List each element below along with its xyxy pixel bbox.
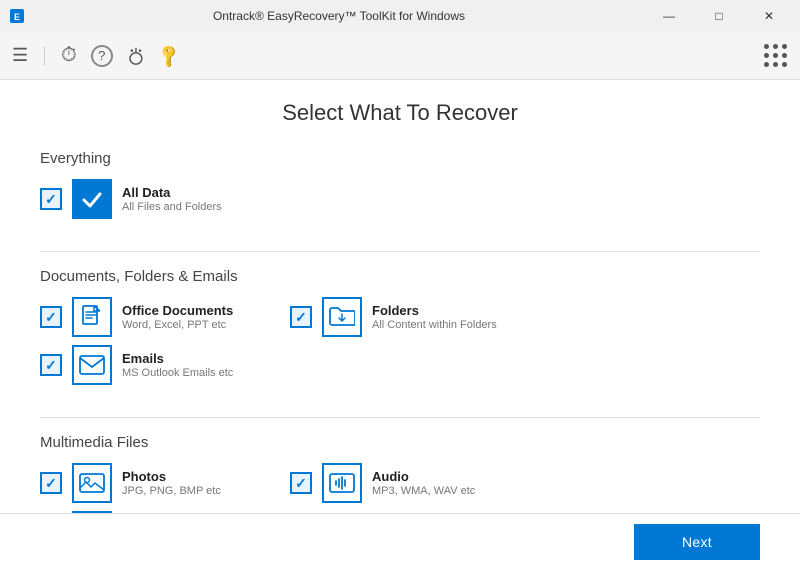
item-all-data: ✓ All Data All Files and Folders	[40, 179, 260, 219]
window-controls: — □ ✕	[646, 0, 792, 32]
checkbox-folders[interactable]: ✓	[290, 306, 312, 328]
office-docs-icon	[72, 297, 112, 337]
checkmark-all-data: ✓	[45, 192, 57, 206]
checkmark-office-docs: ✓	[45, 310, 57, 324]
folders-icon	[322, 297, 362, 337]
toolbar-divider-1	[44, 46, 45, 66]
section-multimedia-title: Multimedia Files	[40, 434, 760, 451]
office-docs-label: Office Documents	[122, 303, 233, 318]
emails-text: Emails MS Outlook Emails etc	[122, 351, 233, 379]
item-audio: ✓ Audio MP3, WMA, WAV etc	[290, 463, 510, 503]
item-folders: ✓ Folders All Content within Folders	[290, 297, 510, 337]
audio-text: Audio MP3, WMA, WAV etc	[372, 469, 475, 497]
photos-label: Photos	[122, 469, 221, 484]
dot	[782, 44, 787, 49]
maximize-button[interactable]: □	[696, 0, 742, 32]
office-docs-sublabel: Word, Excel, PPT etc	[122, 319, 233, 331]
photos-sublabel: JPG, PNG, BMP etc	[122, 485, 221, 497]
window-title: Ontrack® EasyRecovery™ ToolKit for Windo…	[32, 9, 646, 23]
toolbar: ☰ ⏱ ? ⛣ 🔑	[0, 32, 800, 80]
toolbar-left: ☰ ⏱ ? ⛣ 🔑	[12, 42, 179, 69]
checkmark-photos: ✓	[45, 476, 57, 490]
checkbox-photos[interactable]: ✓	[40, 472, 62, 494]
photos-icon	[72, 463, 112, 503]
dot	[764, 44, 769, 49]
dot	[782, 62, 787, 67]
documents-items: ✓ Office Documents Word, Excel, PPT etc	[40, 297, 760, 393]
checkbox-office-docs[interactable]: ✓	[40, 306, 62, 328]
audio-sublabel: MP3, WMA, WAV etc	[372, 485, 475, 497]
main-content: Select What To Recover Everything ✓ All …	[0, 80, 800, 513]
section-multimedia: Multimedia Files ✓ Photos JPG, PNG, BMP …	[40, 434, 760, 513]
section-documents: Documents, Folders & Emails ✓ Office Doc…	[40, 268, 760, 393]
dot	[773, 44, 778, 49]
close-button[interactable]: ✕	[746, 0, 792, 32]
audio-label: Audio	[372, 469, 475, 484]
photos-text: Photos JPG, PNG, BMP etc	[122, 469, 221, 497]
item-photos: ✓ Photos JPG, PNG, BMP etc	[40, 463, 260, 503]
minimize-button[interactable]: —	[646, 0, 692, 32]
dot	[782, 53, 787, 58]
office-docs-text: Office Documents Word, Excel, PPT etc	[122, 303, 233, 331]
menu-icon[interactable]: ☰	[12, 45, 28, 66]
emails-icon	[72, 345, 112, 385]
footer: Next	[0, 513, 800, 569]
item-office-docs: ✓ Office Documents Word, Excel, PPT etc	[40, 297, 260, 337]
title-bar: E Ontrack® EasyRecovery™ ToolKit for Win…	[0, 0, 800, 32]
emails-label: Emails	[122, 351, 233, 366]
all-data-label: All Data	[122, 185, 222, 200]
everything-items: ✓ All Data All Files and Folders	[40, 179, 760, 227]
dot	[773, 62, 778, 67]
dot	[764, 62, 769, 67]
emails-sublabel: MS Outlook Emails etc	[122, 367, 233, 379]
section-everything: Everything ✓ All Data All Files and Fold…	[40, 150, 760, 227]
help-icon[interactable]: ?	[91, 45, 113, 67]
checkbox-emails[interactable]: ✓	[40, 354, 62, 376]
divider-2	[40, 417, 760, 418]
svg-text:E: E	[14, 12, 20, 22]
checkbox-all-data[interactable]: ✓	[40, 188, 62, 210]
folders-sublabel: All Content within Folders	[372, 319, 497, 331]
item-emails: ✓ Emails MS Outlook Emails etc	[40, 345, 260, 385]
divider-1	[40, 251, 760, 252]
dot	[764, 53, 769, 58]
apps-grid-icon[interactable]	[764, 44, 788, 68]
section-everything-title: Everything	[40, 150, 760, 167]
history-icon[interactable]: ⏱	[61, 44, 77, 67]
dot	[773, 53, 778, 58]
all-data-icon	[72, 179, 112, 219]
app-icon: E	[8, 7, 26, 25]
next-button[interactable]: Next	[634, 524, 760, 560]
cart-icon[interactable]: ⛣	[127, 42, 145, 69]
checkmark-audio: ✓	[295, 476, 307, 490]
multimedia-items: ✓ Photos JPG, PNG, BMP etc ✓	[40, 463, 760, 513]
all-data-sublabel: All Files and Folders	[122, 201, 222, 213]
all-data-text: All Data All Files and Folders	[122, 185, 222, 213]
checkmark-folders: ✓	[295, 310, 307, 324]
folders-label: Folders	[372, 303, 497, 318]
checkbox-audio[interactable]: ✓	[290, 472, 312, 494]
checkmark-emails: ✓	[45, 358, 57, 372]
section-documents-title: Documents, Folders & Emails	[40, 268, 760, 285]
page-title: Select What To Recover	[40, 100, 760, 126]
audio-icon	[322, 463, 362, 503]
key-icon[interactable]: 🔑	[155, 41, 183, 69]
folders-text: Folders All Content within Folders	[372, 303, 497, 331]
